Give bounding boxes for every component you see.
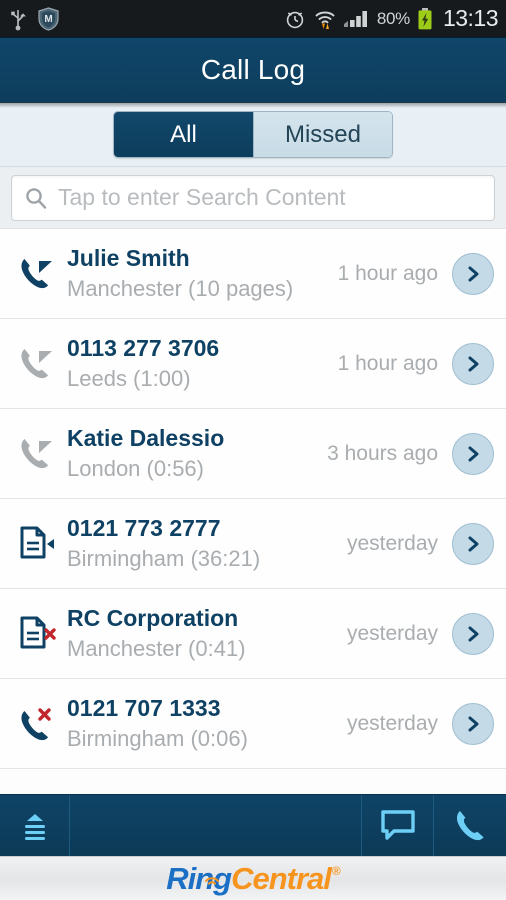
- row-subtitle: Manchester (10 pages): [67, 276, 294, 301]
- phone-incoming-icon: [8, 432, 64, 476]
- menu-eject-icon[interactable]: [0, 795, 70, 856]
- status-bar-left-icons: M: [10, 6, 59, 31]
- red-x-badge: [44, 627, 56, 640]
- phone-incoming-icon: [8, 342, 64, 386]
- row-subtitle: Birmingham (0:06): [67, 726, 248, 751]
- battery-charging-icon: [417, 7, 433, 31]
- row-title: Julie Smith: [67, 245, 190, 271]
- filter-tabs-bar: All Missed: [0, 103, 506, 167]
- row-timestamp: 1 hour ago: [337, 351, 438, 375]
- row-text-block: 0113 277 3706 Leeds (1:00): [64, 335, 338, 392]
- row-text-block: Katie Dalessio London (0:56): [64, 425, 327, 482]
- ringcentral-logo: Ring Central ®: [166, 860, 341, 897]
- title-bar-shadow: [0, 102, 506, 108]
- row-timestamp: 3 hours ago: [327, 441, 438, 465]
- row-timestamp: 1 hour ago: [337, 261, 438, 285]
- table-row[interactable]: RC Corporation Manchester (0:41) yesterd…: [0, 589, 506, 679]
- logo-trademark: ®: [331, 863, 341, 878]
- row-subtitle: Manchester (0:41): [67, 636, 246, 661]
- logo-text-ring: Ring: [166, 860, 232, 896]
- row-title: 0113 277 3706: [67, 335, 220, 361]
- tab-all-label: All: [170, 120, 197, 148]
- row-text-block: 0121 773 2777 Birmingham (36:21): [64, 515, 347, 572]
- alarm-clock-icon: [284, 8, 306, 30]
- table-row[interactable]: Julie Smith Manchester (10 pages) 1 hour…: [0, 229, 506, 319]
- search-icon: [24, 186, 50, 210]
- status-bar-right-icons: 80% 13:13: [284, 5, 499, 32]
- toolbar-spacer: [70, 795, 362, 856]
- wifi-arc-icon: [204, 857, 220, 893]
- row-subtitle: London (0:56): [67, 456, 204, 481]
- status-bar: M 80% 13:13: [0, 0, 506, 38]
- app-title-bar: Call Log: [0, 38, 506, 108]
- table-row[interactable]: Katie Dalessio London (0:56) 3 hours ago: [0, 409, 506, 499]
- usb-icon: [10, 7, 26, 31]
- chevron-right-icon[interactable]: [452, 522, 494, 565]
- chevron-right-icon[interactable]: [452, 702, 494, 745]
- red-x-badge: [38, 707, 51, 721]
- call-log-screen: M 80% 13:13 Call Log All Missed Tap to e…: [0, 0, 506, 900]
- mcafee-shield-icon: M: [38, 6, 59, 31]
- row-text-block: RC Corporation Manchester (0:41): [64, 605, 347, 662]
- table-row[interactable]: 0113 277 3706 Leeds (1:00) 1 hour ago: [0, 319, 506, 409]
- chevron-right-icon[interactable]: [452, 432, 494, 475]
- wifi-transfer-icon: [313, 7, 337, 31]
- row-timestamp: yesterday: [346, 531, 438, 555]
- battery-percent-label: 80%: [376, 8, 410, 28]
- search-field-wrapper[interactable]: Tap to enter Search Content: [11, 174, 495, 221]
- row-text-block: Julie Smith Manchester (10 pages): [64, 245, 338, 302]
- call-log-list[interactable]: Julie Smith Manchester (10 pages) 1 hour…: [0, 229, 506, 794]
- phone-handset-icon[interactable]: [434, 795, 506, 856]
- tab-missed-label: Missed: [284, 120, 362, 148]
- row-title: 0121 773 2777: [67, 515, 221, 541]
- fax-received-icon: [8, 522, 64, 566]
- row-title: Katie Dalessio: [67, 425, 225, 451]
- phone-outgoing-icon: [8, 252, 64, 296]
- row-timestamp: yesterday: [346, 621, 438, 645]
- row-title: 0121 707 1333: [67, 695, 221, 721]
- brand-footer: Ring Central ®: [0, 856, 506, 900]
- row-timestamp: yesterday: [346, 711, 438, 735]
- chevron-right-icon[interactable]: [452, 252, 494, 295]
- tab-all[interactable]: All: [114, 112, 253, 157]
- chevron-right-icon[interactable]: [452, 342, 494, 385]
- message-bubble-icon[interactable]: [362, 795, 434, 856]
- tab-missed[interactable]: Missed: [253, 112, 392, 157]
- filter-segmented-control[interactable]: All Missed: [113, 111, 393, 158]
- search-placeholder: Tap to enter Search Content: [58, 184, 346, 210]
- table-row[interactable]: 0121 773 2777 Birmingham (36:21) yesterd…: [0, 499, 506, 589]
- page-title: Call Log: [200, 54, 306, 85]
- table-row[interactable]: 0121 707 1333 Birmingham (0:06) yesterda…: [0, 679, 506, 769]
- phone-missed-icon: [8, 702, 64, 746]
- signal-bars-icon: [343, 8, 370, 30]
- row-text-block: 0121 707 1333 Birmingham (0:06): [64, 695, 347, 752]
- row-subtitle: Leeds (1:00): [67, 366, 191, 391]
- fax-failed-icon: [8, 612, 64, 656]
- chevron-right-icon[interactable]: [452, 612, 494, 655]
- logo-text-central: Central: [231, 860, 332, 896]
- row-subtitle: Birmingham (36:21): [67, 546, 261, 571]
- svg-text:M: M: [44, 14, 52, 25]
- search-bar: Tap to enter Search Content: [0, 167, 506, 229]
- bottom-toolbar: [0, 794, 506, 856]
- row-title: RC Corporation: [67, 605, 239, 631]
- status-bar-clock: 13:13: [442, 5, 499, 31]
